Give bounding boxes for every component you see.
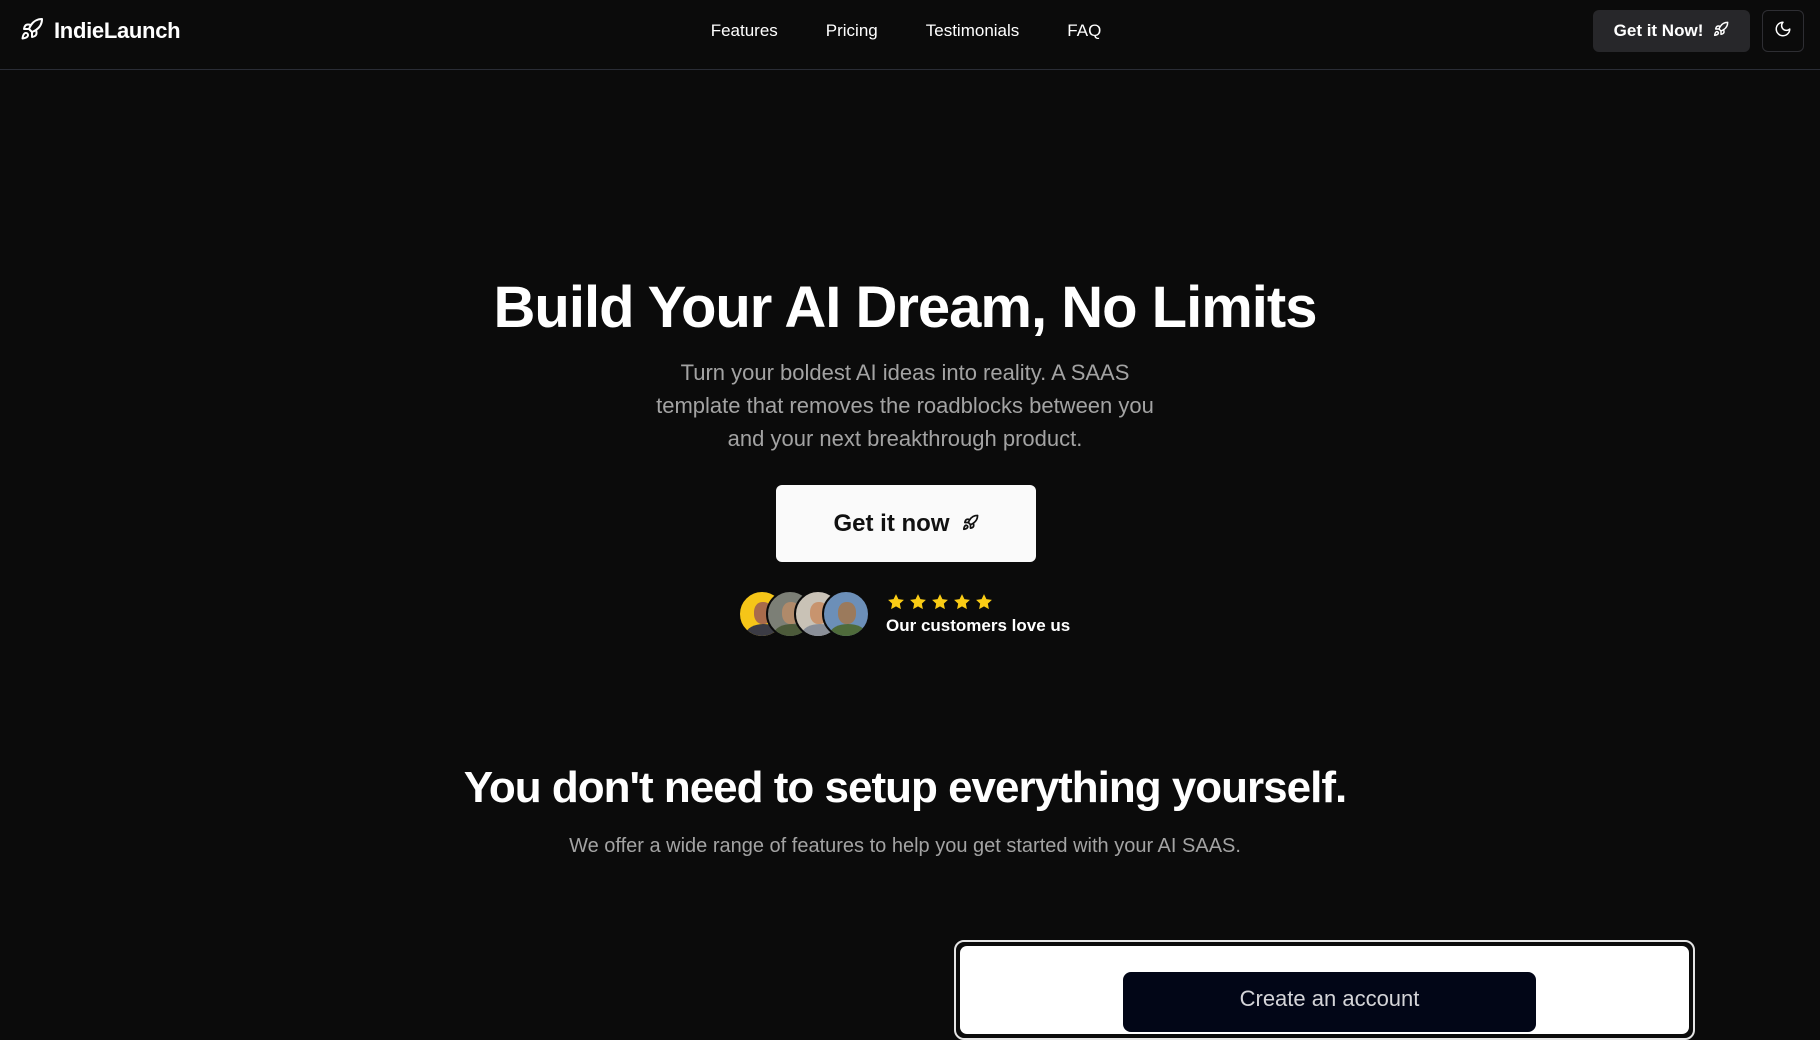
- customer-rating: Our customers love us: [886, 592, 1070, 636]
- star-icon: [976, 594, 992, 610]
- hero-subtitle: Turn your boldest AI ideas into reality.…: [656, 360, 1154, 451]
- nav-link-faq[interactable]: FAQ: [1067, 21, 1101, 41]
- rocket-icon: [20, 17, 44, 46]
- brand-name: IndieLaunch: [54, 18, 181, 43]
- feature-preview-card: Create an account: [954, 940, 1695, 1040]
- rocket-icon: [1713, 21, 1729, 42]
- customer-avatars: [738, 590, 870, 638]
- get-it-now-nav-button[interactable]: Get it Now!: [1593, 10, 1750, 52]
- brand-logo-link[interactable]: IndieLaunch: [20, 0, 181, 62]
- rocket-icon: [962, 510, 979, 538]
- theme-toggle-button[interactable]: [1762, 10, 1804, 52]
- star-rating: [886, 592, 1070, 612]
- star-icon: [910, 594, 926, 610]
- nav-link-testimonials[interactable]: Testimonials: [926, 21, 1020, 41]
- features-subtitle: We offer a wide range of features to hel…: [569, 835, 1241, 857]
- create-account-button[interactable]: Create an account: [1123, 972, 1536, 1032]
- star-icon: [932, 594, 948, 610]
- star-icon: [888, 594, 904, 610]
- social-proof: Our customers love us: [738, 588, 1070, 640]
- moon-icon: [1774, 20, 1792, 43]
- feature-preview-inner: Create an account: [960, 946, 1689, 1034]
- nav-link-pricing[interactable]: Pricing: [826, 21, 878, 41]
- top-navbar: IndieLaunch Features Pricing Testimonial…: [0, 0, 1820, 70]
- rating-text: Our customers love us: [886, 616, 1071, 635]
- star-icon: [954, 594, 970, 610]
- main-nav: Features Pricing Testimonials FAQ: [0, 0, 1820, 62]
- hero-title: Build Your AI Dream, No Limits: [493, 275, 1318, 340]
- get-it-now-hero-label: Get it now: [833, 509, 950, 537]
- get-it-now-nav-label: Get it Now!: [1613, 21, 1704, 40]
- features-title: You don't need to setup everything yours…: [463, 763, 1347, 812]
- avatar: [822, 590, 870, 638]
- nav-link-features[interactable]: Features: [711, 21, 778, 41]
- get-it-now-hero-button[interactable]: Get it now: [776, 485, 1036, 562]
